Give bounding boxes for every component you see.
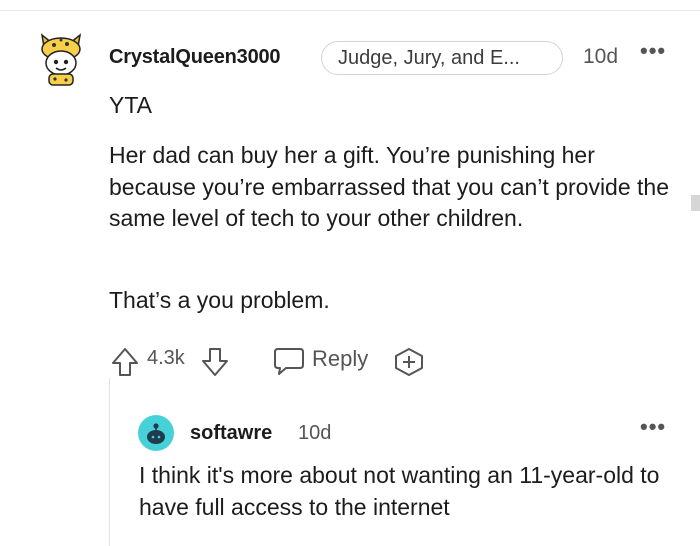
user-flair: Judge, Jury, and E... <box>321 41 563 75</box>
reply-timestamp: 10d <box>298 422 332 444</box>
comment-username[interactable]: CrystalQueen3000 <box>109 46 281 69</box>
downvote-arrow-icon[interactable] <box>200 344 230 380</box>
scrollbar-thumb[interactable] <box>691 195 700 211</box>
comment-paragraph-body: Her dad can buy her a gift. You’re punis… <box>109 142 669 231</box>
upvote-arrow-icon[interactable] <box>110 344 140 380</box>
reply-more-options-button[interactable]: ••• <box>640 414 666 440</box>
user-avatar-icon[interactable] <box>36 33 86 87</box>
reply-button[interactable]: Reply <box>312 346 368 372</box>
comment-timestamp: 10d <box>583 45 619 68</box>
reply-username[interactable]: softawre <box>190 422 272 445</box>
vote-score: 4.3k <box>147 347 185 369</box>
thread-line[interactable] <box>109 378 110 546</box>
comment-more-options-button[interactable]: ••• <box>640 38 666 64</box>
reply-avatar-icon[interactable] <box>138 415 174 451</box>
reply-bubble-icon[interactable] <box>272 343 306 379</box>
comment-paragraph-verdict: YTA <box>109 92 153 118</box>
award-plus-icon[interactable] <box>392 344 426 380</box>
comment-paragraph-closing: That’s a you problem. <box>109 287 330 313</box>
top-divider <box>0 10 700 11</box>
reply-body-text: I think it's more about not wanting an 1… <box>139 462 660 520</box>
